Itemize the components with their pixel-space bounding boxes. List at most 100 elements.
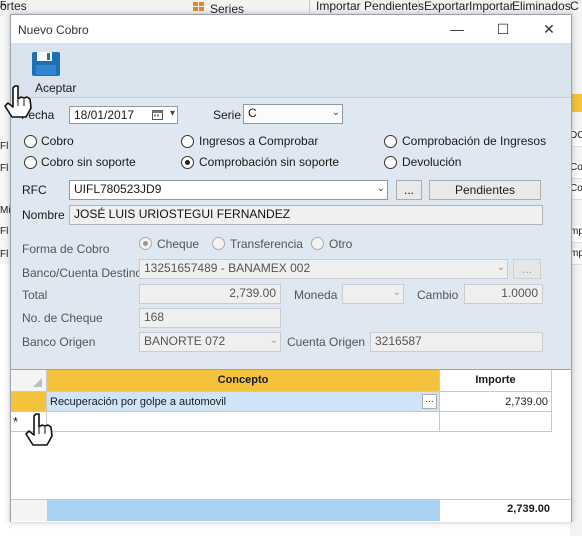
bg-separator	[418, 0, 419, 13]
serie-value: C	[248, 106, 257, 120]
bg-cell: Mi	[0, 205, 10, 216]
concepto-cell[interactable]: Recuperación por golpe a automovil ...	[47, 392, 440, 412]
triangle-row-indicator-icon	[33, 378, 42, 390]
tipo-ingresos-label[interactable]: Ingresos a Comprobar	[199, 134, 318, 148]
grid-footer: 2,739.00	[11, 499, 571, 522]
banco-origen-label: Banco Origen	[22, 335, 96, 349]
tipo-ingresos-radio[interactable]	[181, 135, 194, 148]
bg-cell: F	[0, 0, 7, 11]
new-row-importe-cell[interactable]	[440, 412, 552, 432]
bg-menu-item[interactable]: Eliminados	[512, 0, 571, 13]
minimize-button[interactable]: —	[435, 15, 479, 43]
bg-cell: Fl	[0, 141, 9, 152]
hand-pointer-icon	[23, 412, 57, 451]
nuevo-cobro-dialog: Nuevo Cobro — ☐ ✕ Aceptar Fecha 18/01/20…	[10, 14, 572, 522]
new-row-concepto-cell[interactable]	[47, 412, 440, 432]
tipo-cobro-label[interactable]: Cobro	[41, 134, 74, 148]
cuenta-origen-field[interactable]: 3216587	[370, 332, 543, 352]
bg-cell: Fl	[0, 249, 9, 260]
dropdown-arrow-icon[interactable]: ▾	[170, 108, 175, 119]
moneda-label: Moneda	[294, 288, 338, 302]
hand-pointer-icon	[2, 84, 36, 123]
chevron-down-icon: ⌄	[496, 262, 505, 273]
forma-transferencia-label[interactable]: Transferencia	[230, 237, 303, 251]
column-header-concepto[interactable]: Concepto	[47, 370, 440, 392]
pendientes-button[interactable]: Pendientes	[429, 180, 541, 200]
banco-destino-select[interactable]: 13251657489 - BANAMEX 002 ⌄	[139, 259, 508, 279]
cambio-field[interactable]: 1.0000	[464, 284, 543, 304]
banco-destino-ellipsis-button[interactable]: ...	[513, 259, 541, 279]
cuenta-origen-label: Cuenta Origen	[287, 335, 366, 349]
dialog-toolbar: Aceptar	[11, 43, 571, 98]
tipo-comprobacion-ingresos-radio[interactable]	[384, 135, 397, 148]
moneda-select[interactable]: ⌄	[342, 284, 404, 304]
title-bar: Nuevo Cobro — ☐ ✕	[11, 15, 571, 43]
bg-cell: Fl	[0, 226, 9, 237]
bg-menu-item[interactable]: Importar Pendientes	[316, 0, 424, 13]
forma-cobro-label: Forma de Cobro	[22, 242, 110, 256]
tipo-comprobacion-sin-soporte-label[interactable]: Comprobación sin soporte	[199, 155, 339, 169]
chevron-down-icon: ⌄	[392, 287, 401, 298]
grid-corner[interactable]	[11, 370, 47, 392]
footer-concepto-cell	[48, 500, 440, 521]
tipo-cobro-sin-soporte-label[interactable]: Cobro sin soporte	[41, 155, 136, 169]
radio-selected-dot	[143, 241, 148, 246]
grid-total: 2,739.00	[507, 503, 550, 515]
forma-cheque-label[interactable]: Cheque	[157, 237, 199, 251]
forma-otro-label[interactable]: Otro	[329, 237, 352, 251]
forma-otro-radio[interactable]	[311, 237, 324, 250]
serie-select[interactable]: C ⌄	[243, 104, 343, 124]
banco-origen-select[interactable]: BANORTE 072 ⌄	[139, 332, 281, 352]
tipo-cobro-radio[interactable]	[24, 135, 37, 148]
cheque-field[interactable]: 168	[139, 308, 281, 328]
row-selector[interactable]	[11, 392, 47, 412]
concepto-value: Recuperación por golpe a automovil	[50, 396, 227, 408]
column-header-importe[interactable]: Importe	[440, 370, 552, 392]
tipo-comprobacion-ingresos-label[interactable]: Comprobación de Ingresos	[402, 134, 546, 148]
accept-label[interactable]: Aceptar	[35, 81, 76, 95]
rfc-combobox[interactable]: UIFL780523JD9 ⌄	[69, 180, 388, 200]
fecha-date-picker[interactable]: 18/01/2017 ▾	[69, 106, 178, 124]
cambio-label: Cambio	[417, 288, 459, 302]
banco-origen-value: BANORTE 072	[144, 334, 226, 348]
bg-menu-item[interactable]: Importar	[469, 0, 514, 13]
total-label: Total	[22, 288, 48, 302]
rfc-label: RFC	[22, 183, 47, 197]
total-field[interactable]: 2,739.00	[139, 284, 281, 304]
dialog-title: Nuevo Cobro	[18, 23, 89, 37]
banco-destino-value: 13251657489 - BANAMEX 002	[144, 261, 311, 275]
tipo-cobro-sin-soporte-radio[interactable]	[24, 156, 37, 169]
fecha-value: 18/01/2017	[74, 108, 135, 122]
bg-menu-item[interactable]: Exportar	[424, 0, 469, 13]
banco-destino-label: Banco/Cuenta Destino	[22, 266, 143, 280]
save-icon	[31, 51, 61, 80]
concepto-ellipsis-button[interactable]: ...	[422, 394, 437, 409]
series-icon	[193, 1, 205, 12]
tipo-devolucion-label[interactable]: Devolución	[402, 155, 461, 169]
background-toolbar: ortes Series Importar Pendientes Exporta…	[0, 0, 582, 16]
tipo-comprobacion-sin-soporte-radio[interactable]	[181, 156, 194, 169]
bg-menu-item[interactable]: C	[570, 0, 579, 13]
rfc-value: UIFL780523JD9	[74, 182, 162, 196]
maximize-button[interactable]: ☐	[481, 15, 525, 43]
footer-corner	[11, 500, 48, 521]
accept-button[interactable]	[31, 51, 63, 77]
nombre-label: Nombre	[22, 208, 65, 222]
close-button[interactable]: ✕	[527, 15, 571, 43]
forma-cheque-radio[interactable]	[139, 237, 152, 250]
conceptos-grid: Concepto Importe Recuperación por golpe …	[11, 369, 571, 522]
forma-transferencia-radio[interactable]	[212, 237, 225, 250]
bg-cell: Fl	[0, 163, 9, 174]
nombre-field[interactable]: JOSÉ LUIS URIOSTEGUI FERNANDEZ	[69, 205, 543, 225]
chevron-down-icon: ⌄	[269, 335, 278, 346]
rfc-ellipsis-button[interactable]: ...	[396, 180, 422, 200]
serie-label: Serie	[213, 108, 242, 122]
chevron-down-icon: ⌄	[331, 107, 340, 118]
calendar-icon[interactable]	[152, 109, 163, 123]
chevron-down-icon[interactable]: ⌄	[377, 183, 385, 194]
importe-cell[interactable]: 2,739.00	[440, 392, 552, 412]
bg-separator	[309, 0, 310, 13]
cheque-label: No. de Cheque	[22, 311, 103, 325]
tipo-devolucion-radio[interactable]	[384, 156, 397, 169]
radio-selected-dot	[185, 160, 190, 165]
